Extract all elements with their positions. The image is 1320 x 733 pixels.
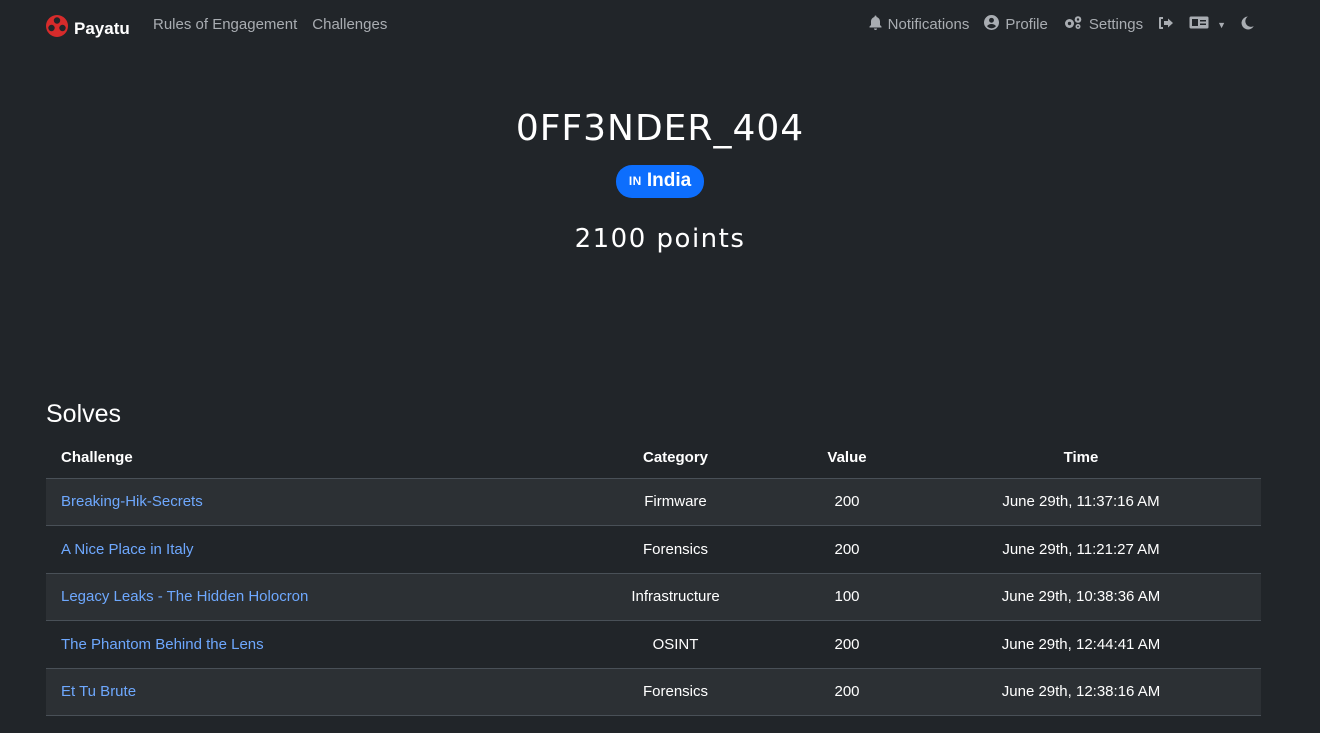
user-nav: Notifications Profile Settings ▼ (869, 15, 1254, 34)
primary-nav: Rules of Engagement Challenges (153, 16, 387, 33)
category-cell: Firmware (558, 478, 793, 526)
top-navbar: Payatu Rules of Engagement Challenges No… (0, 0, 1320, 52)
challenge-link[interactable]: Breaking-Hik-Secrets (61, 493, 203, 510)
challenge-cell: The Phantom Behind the Lens (46, 620, 558, 669)
time-cell: June 29th, 11:37:16 AM (901, 478, 1261, 526)
time-cell: June 29th, 12:44:41 AM (901, 620, 1261, 669)
language-icon (1189, 16, 1209, 33)
column-header-time[interactable]: Time (901, 438, 1261, 479)
bell-icon (869, 15, 882, 34)
challenge-cell: A Nice Place in Italy (46, 525, 558, 574)
nav-notifications-label: Notifications (887, 16, 970, 33)
points-total: 2100 points (574, 224, 746, 254)
challenge-link[interactable]: The Phantom Behind the Lens (61, 636, 264, 653)
challenge-link[interactable]: Et Tu Brute (61, 683, 136, 700)
profile-header: 0FF3NDER_404 IN India 2100 points (0, 108, 1320, 254)
nav-settings[interactable]: Settings (1063, 15, 1143, 34)
table-row: Et Tu Brute Forensics 200 June 29th, 12:… (46, 668, 1261, 716)
table-row: A Nice Place in Italy Forensics 200 June… (46, 525, 1261, 574)
table-row: Breaking-Hik-Secrets Firmware 200 June 2… (46, 478, 1261, 526)
category-cell: Forensics (558, 668, 793, 716)
language-dropdown[interactable]: ▼ (1189, 16, 1226, 33)
country-badge: IN India (615, 165, 705, 198)
nav-notifications[interactable]: Notifications (869, 15, 970, 34)
value-cell: 200 (793, 525, 901, 574)
column-header-value[interactable]: Value (793, 438, 901, 479)
challenge-cell: Legacy Leaks - The Hidden Holocron (46, 573, 558, 621)
value-cell: 200 (793, 620, 901, 669)
solves-heading: Solves (46, 400, 122, 428)
table-row: Legacy Leaks - The Hidden Holocron Infra… (46, 573, 1261, 621)
challenge-cell: Et Tu Brute (46, 668, 558, 716)
challenge-cell: Breaking-Hik-Secrets (46, 478, 558, 526)
country-flag: IN (628, 174, 642, 188)
nav-profile[interactable]: Profile (984, 15, 1048, 34)
nav-settings-label: Settings (1088, 16, 1144, 33)
moon-icon (1241, 16, 1254, 34)
category-cell: Infrastructure (558, 573, 793, 621)
challenge-link[interactable]: A Nice Place in Italy (61, 541, 194, 558)
brand-name: Payatu (74, 18, 130, 38)
nav-profile-label: Profile (1005, 16, 1048, 33)
challenge-link[interactable]: Legacy Leaks - The Hidden Holocron (61, 588, 308, 605)
value-cell: 100 (793, 573, 901, 621)
nav-logout[interactable] (1158, 16, 1174, 34)
value-cell: 200 (793, 668, 901, 716)
column-header-challenge[interactable]: Challenge (46, 438, 558, 479)
theme-toggle[interactable] (1241, 16, 1254, 34)
country-name: India (646, 170, 692, 191)
username-title: 0FF3NDER_404 (515, 108, 805, 149)
table-header-row: Challenge Category Value Time (46, 438, 1261, 479)
brand-logo-link[interactable]: Payatu (45, 14, 130, 43)
category-cell: OSINT (558, 620, 793, 669)
chevron-down-icon: ▼ (1217, 19, 1226, 30)
user-circle-icon (984, 15, 1000, 34)
time-cell: June 29th, 11:21:27 AM (901, 525, 1261, 574)
value-cell: 200 (793, 478, 901, 526)
gears-icon (1063, 15, 1083, 34)
column-header-category[interactable]: Category (558, 438, 793, 479)
solves-table: Challenge Category Value Time Breaking-H… (46, 438, 1261, 716)
logout-icon (1158, 16, 1174, 34)
time-cell: June 29th, 12:38:16 AM (901, 668, 1261, 716)
category-cell: Forensics (558, 525, 793, 574)
nav-rules-of-engagement[interactable]: Rules of Engagement (153, 16, 297, 33)
time-cell: June 29th, 10:38:36 AM (901, 573, 1261, 621)
payatu-logo-icon (45, 14, 69, 43)
table-row: The Phantom Behind the Lens OSINT 200 Ju… (46, 620, 1261, 669)
nav-challenges[interactable]: Challenges (312, 16, 387, 33)
